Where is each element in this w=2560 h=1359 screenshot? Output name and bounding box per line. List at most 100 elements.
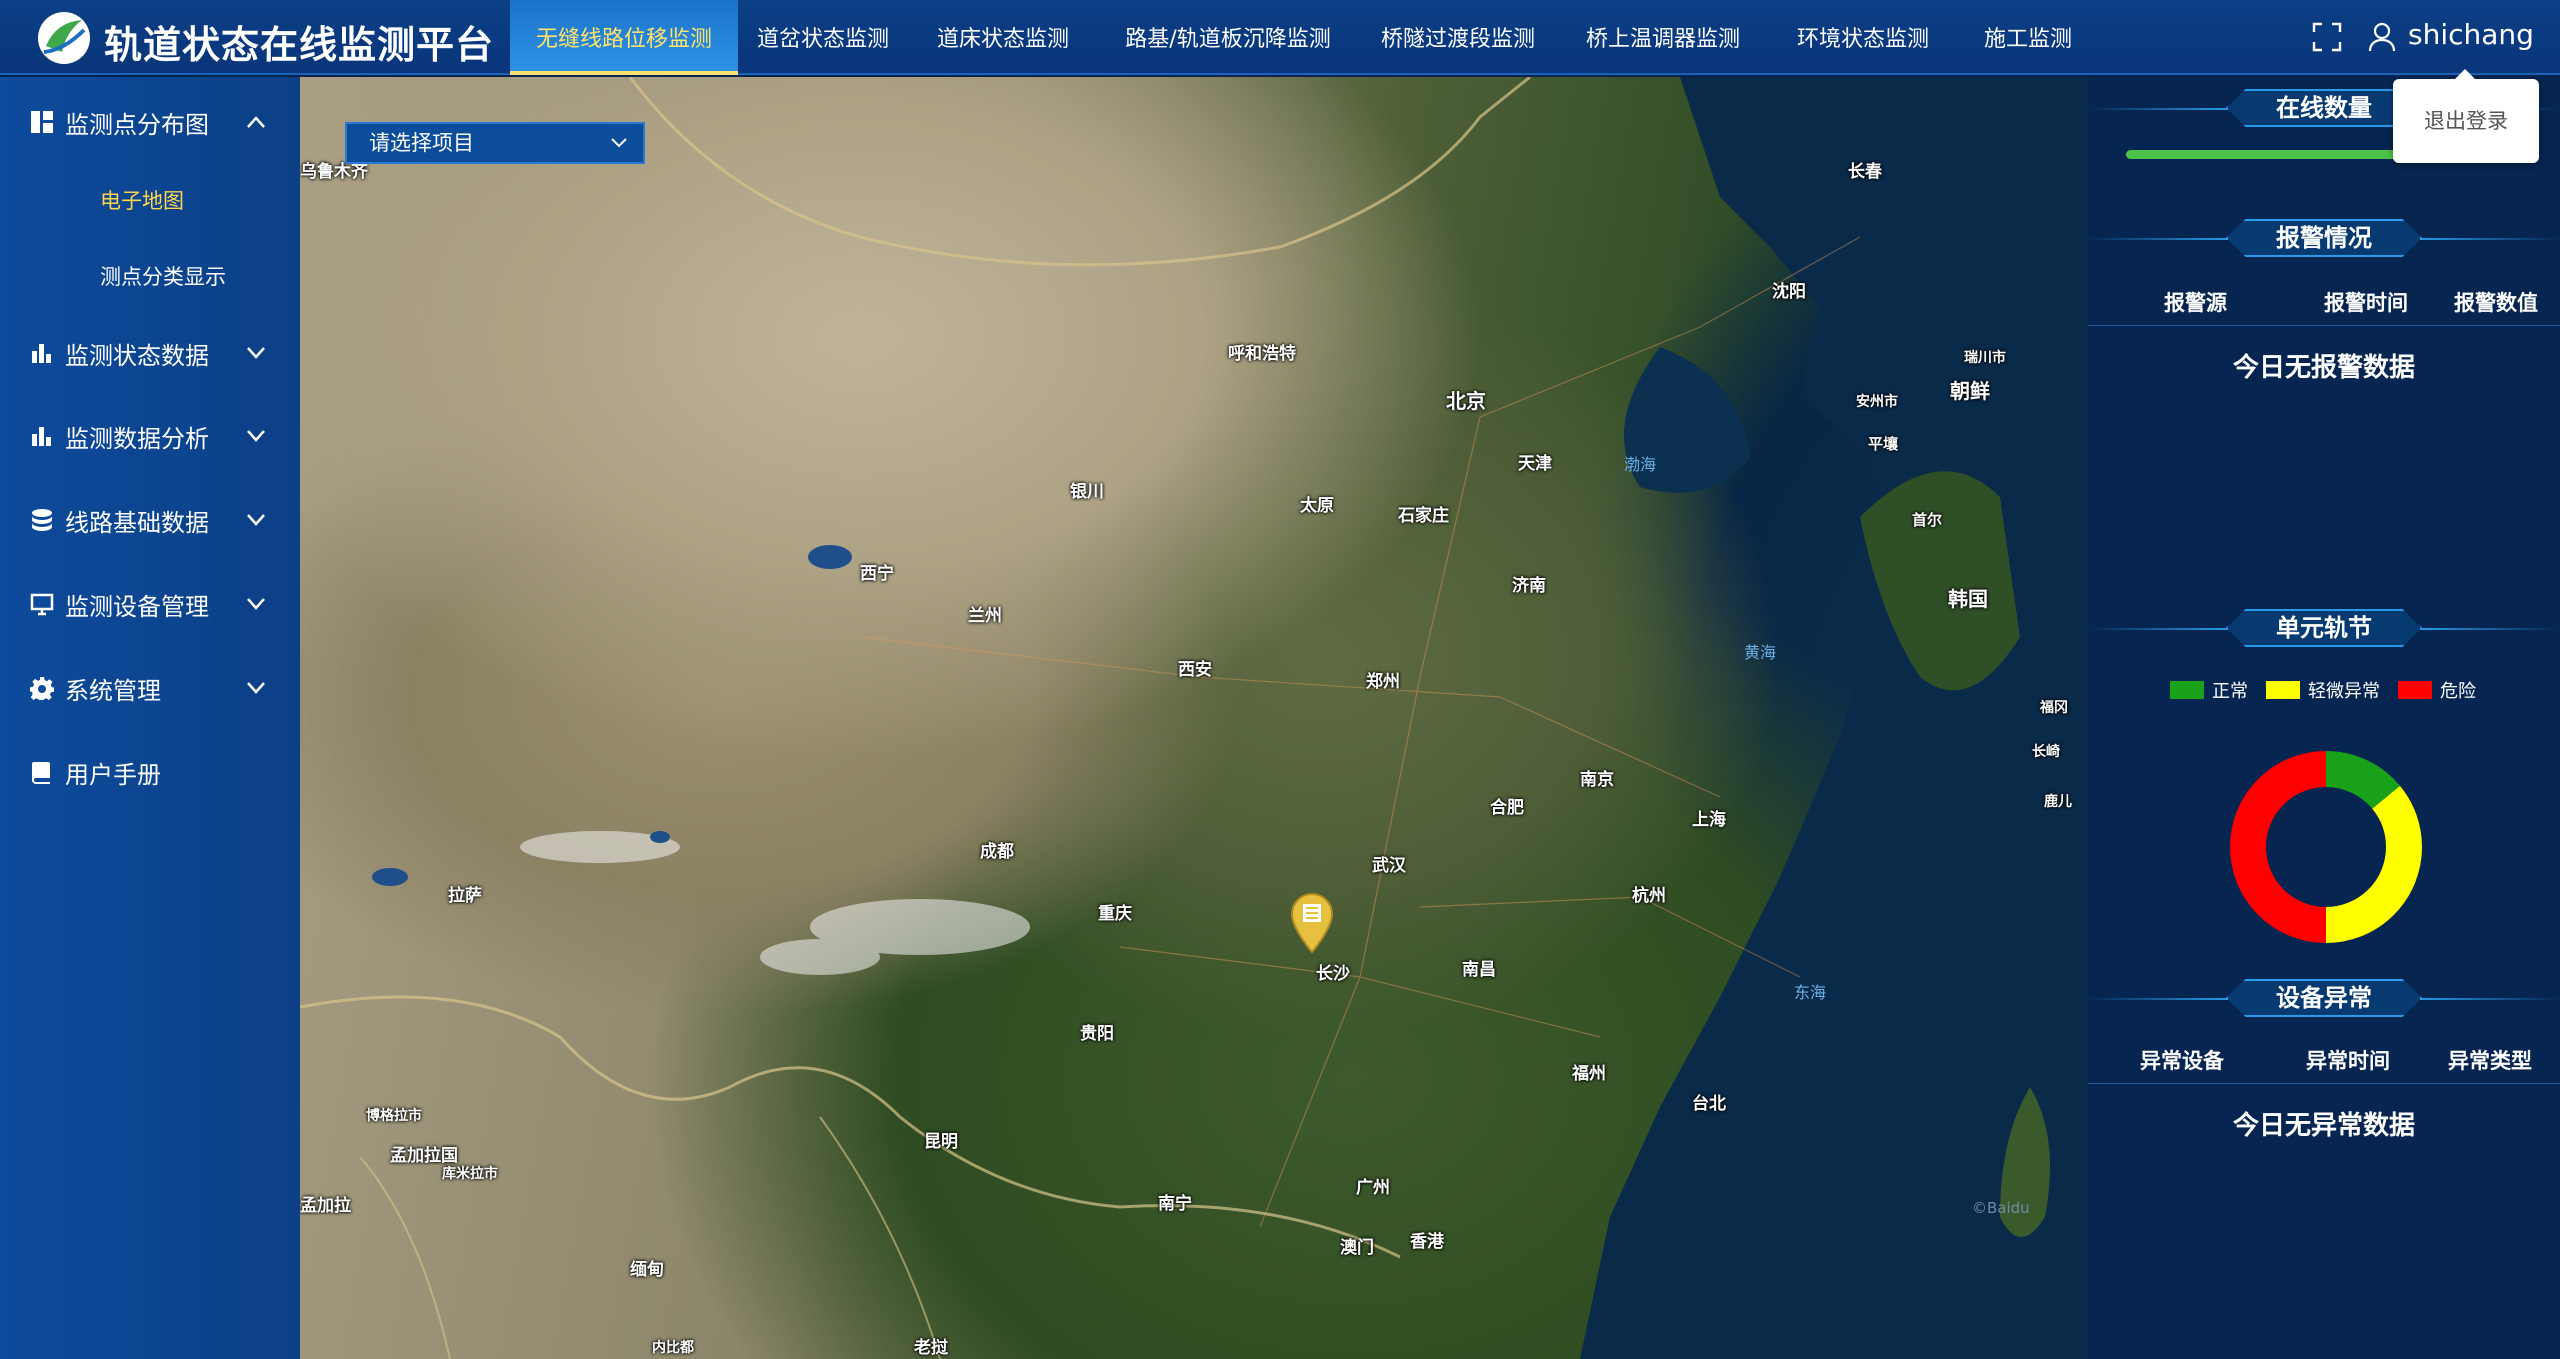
- map-city-label: 拉萨: [448, 886, 482, 906]
- sidebar-item-user-manual[interactable]: 用户手册: [0, 737, 300, 807]
- sidebar-subitem-electronic-map[interactable]: 电子地图: [100, 185, 184, 215]
- alarm-col-value: 报警数值: [2454, 291, 2538, 315]
- sidebar-item-data-analysis[interactable]: 监测数据分析: [0, 401, 300, 471]
- legend-swatch: [2398, 681, 2432, 699]
- chevron-down-icon: [247, 514, 265, 526]
- map-city-label: 福州: [1572, 1064, 1606, 1084]
- map-city-label: 老挝: [914, 1338, 948, 1358]
- map-city-label: 杭州: [1632, 886, 1666, 906]
- nav-tab-turnout[interactable]: 道岔状态监测: [738, 0, 908, 75]
- map-city-label: 首尔: [1912, 511, 1943, 529]
- gear-icon: [30, 677, 54, 700]
- username[interactable]: shichang: [2408, 18, 2534, 51]
- chevron-down-icon: [247, 682, 265, 694]
- map-city-label: 长沙: [1316, 964, 1350, 984]
- sidebar-item-line-base-data[interactable]: 线路基础数据: [0, 485, 300, 555]
- map-city-label: 沈阳: [1772, 282, 1806, 302]
- alarm-col-time: 报警时间: [2324, 291, 2408, 315]
- map-city-label: 澳门: [1340, 1238, 1374, 1258]
- nav-tab-environment[interactable]: 环境状态监测: [1768, 0, 1958, 75]
- database-icon: [32, 509, 52, 531]
- device-col-device: 异常设备: [2140, 1049, 2224, 1073]
- map-city-label: 银川: [1070, 482, 1104, 502]
- top-nav: 无缝线路位移监测 道岔状态监测 道床状态监测 路基/轨道板沉降监测 桥隧过渡段监…: [510, 0, 2098, 75]
- map-city-label: 瑞川市: [1964, 350, 2006, 366]
- sidebar-item-label: 线路基础数据: [65, 508, 209, 537]
- chevron-down-icon: [247, 430, 265, 442]
- alarm-empty-message: 今日无报警数据: [2232, 353, 2415, 383]
- map-city-label: 武汉: [1372, 856, 1406, 876]
- section-title-alarm: 报警情况: [2088, 217, 2560, 261]
- legend-swatch: [2170, 681, 2204, 699]
- map-city-label: 香港: [1410, 1232, 1444, 1252]
- sidebar-item-status-data[interactable]: 监测状态数据: [0, 318, 300, 388]
- map-city-label: 合肥: [1490, 798, 1524, 818]
- map-city-label: 鹿儿: [2044, 794, 2072, 810]
- map-sea-label: 东海: [1794, 983, 1827, 1002]
- bar-chart-icon: [32, 427, 51, 446]
- map-city-label: 博格拉市: [366, 1108, 422, 1124]
- bar-chart-icon: [32, 344, 51, 363]
- platform-logo-icon: [38, 12, 90, 64]
- fullscreen-icon[interactable]: [2312, 22, 2342, 52]
- map-city-label: 呼和浩特: [1228, 344, 1296, 364]
- map-city-label: 安州市: [1856, 394, 1898, 410]
- nav-tab-subgrade-settlement[interactable]: 路基/轨道板沉降监测: [1098, 0, 1358, 75]
- right-info-panel: 在线数量 报警情况 报警源 报警时间 报警数值 今日无报警数据 单元轨节 正常 …: [2088, 77, 2560, 1359]
- nav-tab-bridge-tunnel-transition[interactable]: 桥隧过渡段监测: [1358, 0, 1558, 75]
- monitoring-point-marker-icon[interactable]: [1290, 892, 1334, 954]
- sidebar-item-label: 系统管理: [65, 676, 161, 705]
- map-city-label: 朝鲜: [1950, 379, 1990, 403]
- chevron-up-icon: [247, 116, 265, 128]
- map-city-label: 北京: [1446, 389, 1486, 413]
- divider: [2088, 1083, 2560, 1084]
- nav-tab-cwr-displacement[interactable]: 无缝线路位移监测: [510, 0, 738, 75]
- map-city-label: 郑州: [1366, 672, 1400, 692]
- legend-minor-abnormal: 轻微异常: [2266, 677, 2380, 703]
- legend-swatch: [2266, 681, 2300, 699]
- sidebar-item-device-management[interactable]: 监测设备管理: [0, 569, 300, 639]
- map-city-label: 缅甸: [630, 1260, 664, 1280]
- nav-tab-track-bed[interactable]: 道床状态监测: [908, 0, 1098, 75]
- alarm-col-source: 报警源: [2164, 291, 2227, 315]
- user-icon[interactable]: [2368, 22, 2396, 52]
- chevron-down-icon: [611, 138, 627, 148]
- map-city-label: 上海: [1692, 810, 1726, 830]
- map-city-label: 兰州: [968, 606, 1002, 626]
- project-select-placeholder: 请选择项目: [369, 131, 474, 155]
- nav-tab-bridge-expansion[interactable]: 桥上温调器监测: [1558, 0, 1768, 75]
- device-empty-message: 今日无异常数据: [2232, 1111, 2415, 1141]
- section-title-rail-unit: 单元轨节: [2088, 607, 2560, 651]
- sidebar-item-system-management[interactable]: 系统管理: [0, 653, 300, 723]
- sidebar-subitem-point-classification[interactable]: 测点分类显示: [100, 261, 226, 291]
- sidebar-item-label: 用户手册: [65, 760, 161, 789]
- map-city-label: 南昌: [1462, 960, 1496, 980]
- logout-button[interactable]: 退出登录: [2393, 69, 2539, 163]
- legend-normal: 正常: [2170, 677, 2248, 703]
- map-city-label: 韩国: [1948, 587, 1988, 611]
- electronic-map[interactable]: 乌鲁木齐 长春 沈阳 呼和浩特 北京 天津 银川 太原 石家庄 西宁 兰州 济南…: [300, 77, 2088, 1359]
- map-city-label: 天津: [1518, 454, 1552, 474]
- rail-unit-donut-chart: [2230, 751, 2422, 943]
- map-terrain: [300, 77, 2088, 1359]
- map-sea-label: 渤海: [1624, 455, 1657, 474]
- map-sea-label: 黄海: [1744, 643, 1777, 662]
- map-city-label: 成都: [980, 842, 1014, 862]
- project-select[interactable]: 请选择项目: [345, 122, 645, 164]
- map-city-label: 南宁: [1158, 1194, 1192, 1214]
- map-city-label: 济南: [1512, 576, 1546, 596]
- sidebar-item-distribution-map[interactable]: 监测点分布图: [0, 87, 300, 157]
- map-city-label: 南京: [1580, 770, 1614, 790]
- nav-tab-construction[interactable]: 施工监测: [1958, 0, 2098, 75]
- book-icon: [32, 762, 50, 784]
- map-city-label: 石家庄: [1398, 506, 1449, 526]
- map-city-label: 长春: [1848, 162, 1882, 182]
- sidebar-item-label: 监测数据分析: [65, 424, 209, 453]
- sidebar-item-label: 监测设备管理: [65, 592, 209, 621]
- divider: [2088, 325, 2560, 326]
- map-city-label: 平壤: [1868, 435, 1899, 453]
- map-city-label: 太原: [1300, 496, 1334, 516]
- top-header: 轨道状态在线监测平台 无缝线路位移监测 道岔状态监测 道床状态监测 路基/轨道板…: [0, 0, 2560, 75]
- chevron-down-icon: [247, 347, 265, 359]
- map-city-label: 库米拉市: [442, 1166, 498, 1182]
